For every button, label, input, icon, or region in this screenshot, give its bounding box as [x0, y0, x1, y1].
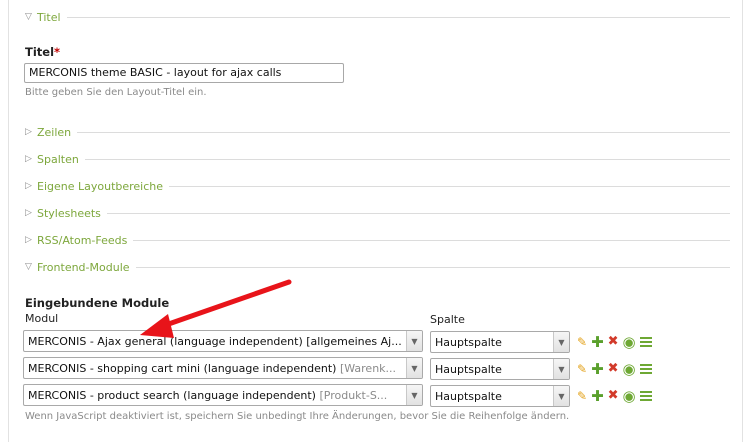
drag-handle-icon[interactable] [639, 337, 652, 347]
legend-divider [133, 239, 730, 241]
form-panel: ▽ Titel Titel* MERCONIS theme BASIC - la… [8, 0, 743, 442]
chevron-down-icon: ▼ [553, 359, 569, 379]
title-input[interactable]: MERCONIS theme BASIC - layout for ajax c… [24, 63, 344, 83]
legend-spalten[interactable]: ▷ Spalten [25, 152, 730, 166]
modules-tip: Wenn JavaScript deaktiviert ist, speiche… [25, 411, 570, 422]
chevron-down-icon: ▼ [553, 332, 569, 352]
triangle-right-icon: ▷ [25, 235, 32, 245]
title-tip: Bitte geben Sie den Layout-Titel ein. [25, 87, 207, 98]
column-header-modul: Modul [25, 312, 59, 325]
legend-frontend-label: Frontend-Module [37, 260, 130, 274]
title-label-text: Titel [25, 45, 55, 59]
delete-x-icon[interactable]: ✖ [608, 362, 619, 376]
legend-titel-label: Titel [37, 10, 61, 24]
legend-divider [66, 16, 730, 18]
triangle-right-icon: ▷ [25, 127, 32, 137]
column-select-2[interactable]: Hauptspalte ▼ [430, 358, 570, 380]
module-select-3[interactable]: MERCONIS - product search (language inde… [23, 384, 423, 406]
column-select-1[interactable]: Hauptspalte ▼ [430, 331, 570, 353]
legend-rss-atom-feeds[interactable]: ▷ RSS/Atom-Feeds [25, 233, 730, 247]
row-tools-3: ✎ ✚ ✖ ◉ [577, 385, 652, 407]
eye-icon[interactable]: ◉ [623, 335, 636, 350]
column-header-spalte: Spalte [430, 313, 465, 326]
legend-rss-label: RSS/Atom-Feeds [37, 233, 128, 247]
module-select-2[interactable]: MERCONIS - shopping cart mini (language … [23, 357, 423, 379]
plus-icon[interactable]: ✚ [591, 335, 604, 350]
legend-zeilen-label: Zeilen [37, 125, 72, 139]
legend-spalten-label: Spalten [37, 152, 79, 166]
legend-stylesheets[interactable]: ▷ Stylesheets [25, 206, 730, 220]
pencil-icon[interactable]: ✎ [577, 362, 587, 376]
column-select-3[interactable]: Hauptspalte ▼ [430, 385, 570, 407]
column-select-value: Hauptspalte [435, 362, 502, 376]
required-mark: * [54, 45, 61, 59]
column-select-value: Hauptspalte [435, 335, 502, 349]
legend-zeilen[interactable]: ▷ Zeilen [25, 125, 730, 139]
chevron-down-icon: ▼ [406, 331, 422, 351]
row-tools-2: ✎ ✚ ✖ ◉ [577, 358, 652, 380]
legend-divider [84, 158, 730, 160]
plus-icon[interactable]: ✚ [591, 362, 604, 377]
legend-frontend-module[interactable]: ▽ Frontend-Module [25, 260, 730, 274]
module-select-value: MERCONIS - product search (language inde… [28, 388, 388, 402]
eye-icon[interactable]: ◉ [623, 362, 636, 377]
pencil-icon[interactable]: ✎ [577, 335, 587, 349]
triangle-down-icon: ▽ [25, 262, 32, 272]
module-select-1[interactable]: MERCONIS - Ajax general (language indepe… [23, 330, 423, 352]
chevron-down-icon: ▼ [553, 386, 569, 406]
triangle-right-icon: ▷ [25, 208, 32, 218]
row-tools-1: ✎ ✚ ✖ ◉ [577, 331, 652, 353]
plus-icon[interactable]: ✚ [591, 389, 604, 404]
legend-stylesheets-label: Stylesheets [37, 206, 101, 220]
drag-handle-icon[interactable] [639, 391, 652, 401]
pencil-icon[interactable]: ✎ [577, 389, 587, 403]
legend-divider [135, 266, 730, 268]
legend-divider [77, 131, 730, 133]
column-select-value: Hauptspalte [435, 389, 502, 403]
modules-label: Eingebundene Module [25, 296, 170, 310]
legend-divider [106, 212, 730, 214]
legend-eigene-layoutbereiche[interactable]: ▷ Eigene Layoutbereiche [25, 179, 730, 193]
title-field-label: Titel* [25, 45, 60, 59]
legend-divider [169, 185, 730, 187]
eye-icon[interactable]: ◉ [623, 389, 636, 404]
legend-titel[interactable]: ▽ Titel [25, 10, 730, 24]
delete-x-icon[interactable]: ✖ [608, 389, 619, 403]
triangle-down-icon: ▽ [25, 12, 32, 22]
legend-eigene-label: Eigene Layoutbereiche [37, 179, 164, 193]
triangle-right-icon: ▷ [25, 154, 32, 164]
triangle-right-icon: ▷ [25, 181, 32, 191]
module-select-value: MERCONIS - Ajax general (language indepe… [28, 334, 402, 348]
module-select-value: MERCONIS - shopping cart mini (language … [28, 361, 397, 375]
delete-x-icon[interactable]: ✖ [608, 335, 619, 349]
drag-handle-icon[interactable] [639, 364, 652, 374]
chevron-down-icon: ▼ [406, 358, 422, 378]
chevron-down-icon: ▼ [406, 385, 422, 405]
